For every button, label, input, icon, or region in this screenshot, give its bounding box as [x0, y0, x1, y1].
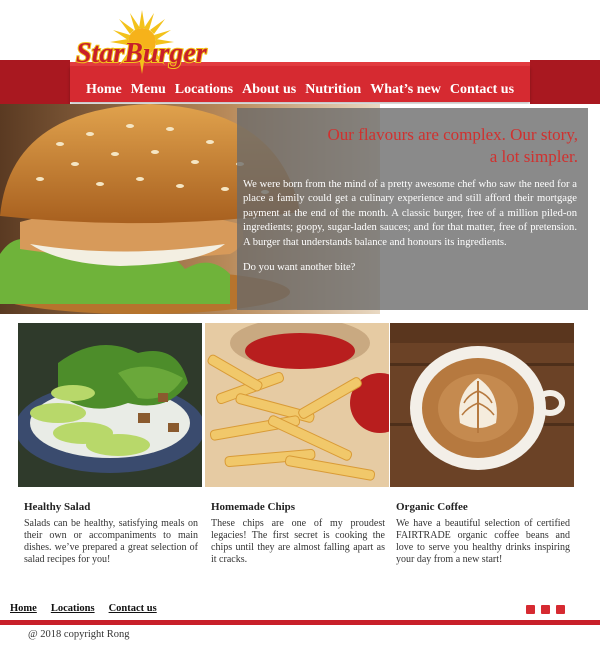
card-title: Healthy Salad — [24, 501, 91, 513]
card-homemade-chips[interactable]: Homemade Chips These chips are one of my… — [205, 323, 389, 565]
main-nav: Home Menu Locations About us Nutrition W… — [86, 82, 523, 98]
facebook-icon[interactable] — [556, 605, 565, 614]
logo-text: StarBurger — [76, 38, 208, 69]
footer-bar — [0, 620, 600, 625]
coffee-image — [390, 323, 574, 487]
nav-menu[interactable]: Menu — [131, 82, 166, 98]
nav-home[interactable]: Home — [86, 82, 122, 98]
card-text: Salads can be healthy, satisfying meals … — [24, 518, 198, 565]
card-title: Organic Coffee — [396, 501, 468, 513]
chips-image — [205, 323, 389, 487]
hero-body-text: We were born from the mind of a pretty a… — [243, 179, 577, 248]
instagram-icon[interactable] — [526, 605, 535, 614]
hero-title-line1: Our flavours are complex. Our story, — [327, 125, 578, 144]
nav-about-us[interactable]: About us — [242, 82, 296, 98]
salad-image — [18, 323, 202, 487]
footer-link-locations[interactable]: Locations — [51, 603, 95, 614]
card-healthy-salad[interactable]: Healthy Salad Salads can be healthy, sat… — [18, 323, 202, 565]
card-text: We have a beautiful selection of certifi… — [396, 518, 570, 565]
card-text: These chips are one of my proudest legac… — [211, 518, 385, 565]
hero-title: Our flavours are complex. Our story, a l… — [248, 124, 578, 168]
footer-link-contact-us[interactable]: Contact us — [109, 603, 157, 614]
card-organic-coffee[interactable]: Organic Coffee We have a beautiful selec… — [390, 323, 574, 565]
copyright-text: @ 2018 copyright Rong — [28, 629, 130, 640]
social-icons — [526, 605, 565, 614]
hero-text-panel: Our flavours are complex. Our story, a l… — [237, 108, 588, 310]
footer-link-home[interactable]: Home — [10, 603, 37, 614]
ribbon-fold-left — [0, 60, 70, 104]
nav-whats-new[interactable]: What’s new — [370, 82, 441, 98]
nav-nutrition[interactable]: Nutrition — [305, 82, 361, 98]
nav-contact-us[interactable]: Contact us — [450, 82, 514, 98]
nav-locations[interactable]: Locations — [175, 82, 233, 98]
card-title: Homemade Chips — [211, 501, 296, 513]
hero-title-line2: a lot simpler. — [489, 147, 578, 166]
hero-question: Do you want another bite? — [243, 262, 356, 273]
footer-nav: Home Locations Contact us — [10, 603, 171, 614]
twitter-icon[interactable] — [541, 605, 550, 614]
ribbon-fold-right — [530, 60, 600, 104]
hero-section: Our flavours are complex. Our story, a l… — [0, 104, 600, 314]
starburger-logo[interactable]: StarBurger — [70, 8, 250, 78]
